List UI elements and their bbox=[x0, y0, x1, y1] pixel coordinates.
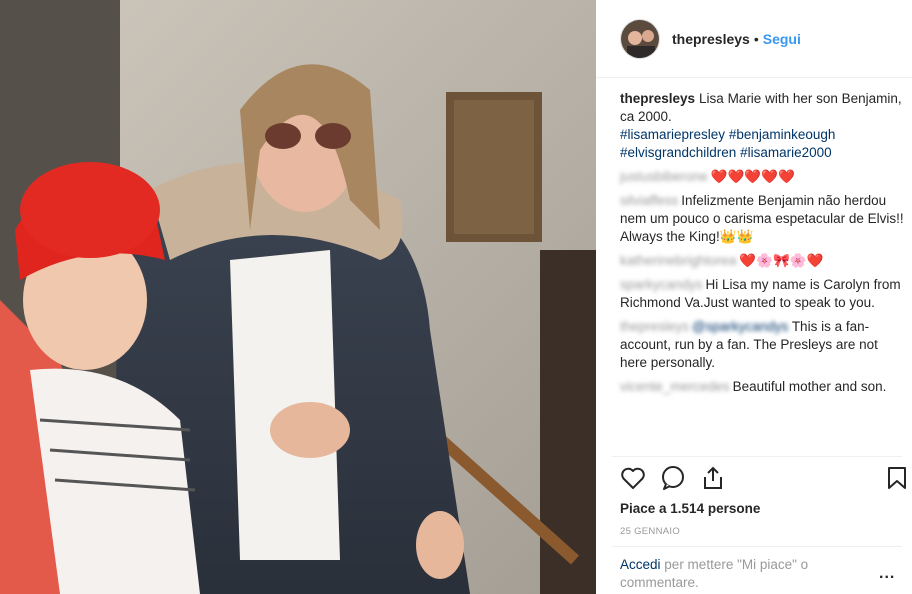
header-username[interactable]: thepresleys bbox=[672, 31, 750, 47]
comment-item: justusbiberone ❤️❤️❤️❤️❤️ bbox=[620, 168, 904, 186]
photo-illustration bbox=[0, 0, 596, 594]
comment-username-blurred[interactable]: silviaffess bbox=[620, 193, 678, 208]
share-icon[interactable] bbox=[700, 466, 726, 495]
post-sidebar: thepresleys • Segui thepresleys Lisa Mari… bbox=[596, 0, 912, 594]
avatar-image bbox=[621, 19, 659, 58]
comment-username-blurred[interactable]: thepresleys bbox=[620, 319, 689, 334]
comment-text: ❤️❤️❤️❤️❤️ bbox=[710, 169, 795, 184]
comment-item: thepresleys @sparkycandys This is a fan-a… bbox=[620, 318, 904, 372]
hashtag-link[interactable]: #benjaminkeough bbox=[729, 127, 836, 142]
action-bar bbox=[620, 466, 910, 492]
comment-text: ❤️🌸🎀🌸❤️ bbox=[739, 253, 824, 268]
hashtag-link[interactable]: #elvisgrandchildren bbox=[620, 145, 736, 160]
comment-text: Beautiful mother and son. bbox=[732, 379, 887, 394]
hashtag-link[interactable]: #lisamarie2000 bbox=[740, 145, 832, 160]
comment-item: sparkycandys Hi Lisa my name is Carolyn f… bbox=[620, 276, 904, 312]
comment-mention-blurred[interactable]: @sparkycandys bbox=[692, 319, 788, 334]
login-link[interactable]: Accedi bbox=[620, 557, 661, 572]
login-prompt: Accedi per mettere "Mi piace" o commenta… bbox=[620, 556, 840, 592]
avatar[interactable] bbox=[620, 18, 660, 59]
comment-item: silviaffess Infelizmente Benjamin não her… bbox=[620, 192, 904, 246]
comment-username-blurred[interactable]: justusbiberone bbox=[620, 169, 708, 184]
more-options-button[interactable]: ... bbox=[879, 565, 895, 583]
comment-username-blurred[interactable]: katherinebrightorea bbox=[620, 253, 736, 268]
comment-item: vicente_mercedes Beautiful mother and son… bbox=[620, 378, 904, 396]
follow-button[interactable]: Segui bbox=[763, 31, 801, 47]
caption: thepresleys Lisa Marie with her son Benja… bbox=[620, 90, 904, 162]
caption-username[interactable]: thepresleys bbox=[620, 91, 695, 106]
bookmark-icon[interactable] bbox=[886, 466, 908, 495]
comments-list: thepresleys Lisa Marie with her son Benja… bbox=[620, 90, 904, 402]
post-photo[interactable] bbox=[0, 0, 596, 594]
comment-username-blurred[interactable]: sparkycandys bbox=[620, 277, 703, 292]
comment-item: katherinebrightorea ❤️🌸🎀🌸❤️ bbox=[620, 252, 904, 270]
post-header: thepresleys • Segui bbox=[596, 0, 912, 78]
divider bbox=[612, 546, 902, 547]
hashtag-link[interactable]: #lisamariepresley bbox=[620, 127, 725, 142]
comment-username-blurred[interactable]: vicente_mercedes bbox=[620, 379, 730, 394]
comment-icon[interactable] bbox=[660, 466, 686, 495]
divider bbox=[612, 456, 902, 457]
header-separator: • bbox=[753, 30, 759, 47]
likes-count[interactable]: Piace a 1.514 persone bbox=[620, 501, 760, 516]
heart-icon[interactable] bbox=[620, 466, 646, 495]
post-date: 25 GENNAIO bbox=[620, 526, 681, 537]
